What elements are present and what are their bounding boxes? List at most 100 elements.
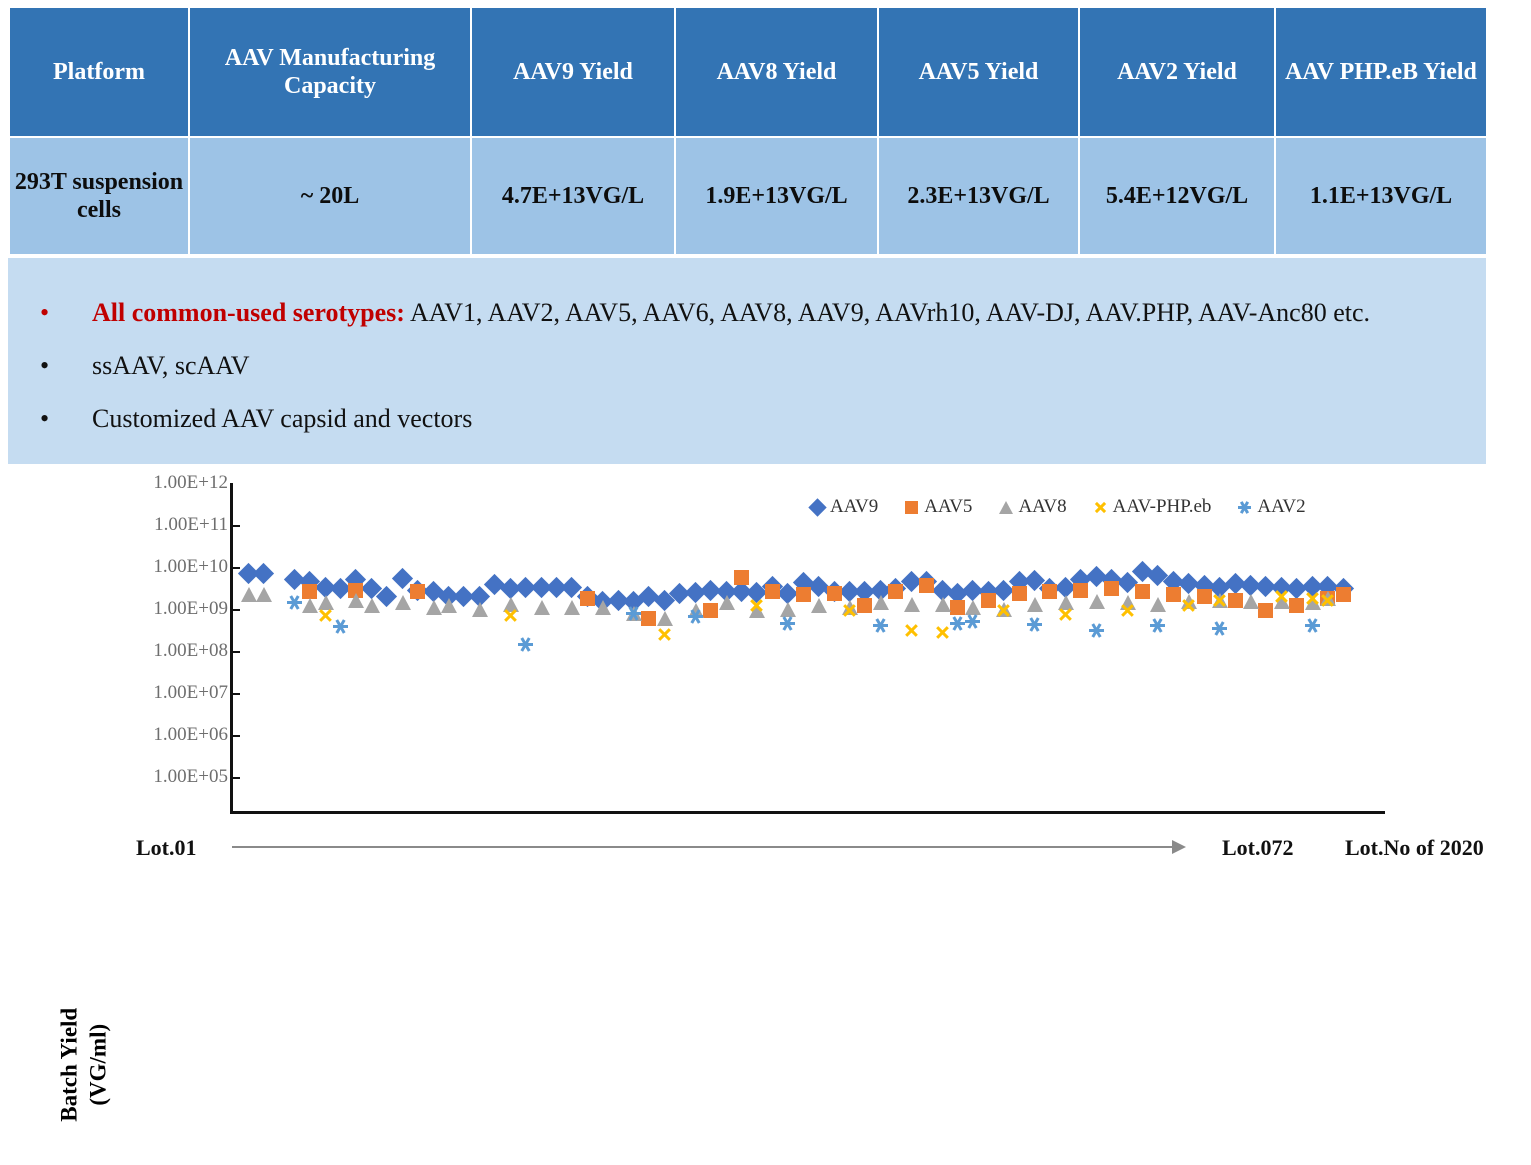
data-point-aav2 xyxy=(626,605,642,621)
data-point-aav8 xyxy=(240,587,257,603)
data-point-aav-php-eb xyxy=(318,608,333,623)
data-point-aav5 xyxy=(949,599,965,615)
x-axis-arrow-head-icon xyxy=(1172,840,1186,854)
data-point-aav2 xyxy=(286,595,302,611)
data-point-aav8 xyxy=(564,599,581,615)
cell-aav9-yield: 4.7E+13VG/L xyxy=(470,136,676,256)
data-point-aav5 xyxy=(1196,588,1212,604)
data-point-aav5 xyxy=(826,585,842,601)
bullet-rest-text: AAV1, AAV2, AAV5, AAV6, AAV8, AAV9, AAVr… xyxy=(404,298,1370,327)
data-point-aav8 xyxy=(656,610,673,626)
data-point-aav8 xyxy=(302,598,319,614)
data-point-aav8 xyxy=(903,596,920,612)
y-axis-tick-mark xyxy=(231,651,240,653)
data-point-aav5 xyxy=(1104,581,1120,597)
x-axis-arrow-line xyxy=(232,846,1177,848)
data-point-aav8 xyxy=(425,599,442,615)
bullet-marker-icon: • xyxy=(40,404,50,433)
y-axis-tick-label: 1.00E+10 xyxy=(153,556,228,577)
data-point-aav-php-eb xyxy=(996,603,1011,618)
data-point-aav2 xyxy=(1212,620,1228,636)
data-point-aav5 xyxy=(1227,592,1243,608)
data-point-aav5 xyxy=(579,590,595,606)
y-axis-tick-label: 1.00E+07 xyxy=(153,682,228,703)
y-axis-tick-label: 1.00E+05 xyxy=(153,766,228,787)
data-point-aav8 xyxy=(394,595,411,611)
feature-bullet-panel: • All common-used serotypes: AAV1, AAV2,… xyxy=(8,258,1486,464)
data-point-aav-php-eb xyxy=(1320,593,1335,608)
data-point-aav-php-eb xyxy=(657,627,672,642)
cell-aav8-yield: 1.9E+13VG/L xyxy=(674,136,879,256)
data-point-aav5 xyxy=(1258,603,1274,619)
column-header-aav5-yield: AAV5 Yield xyxy=(877,6,1080,138)
data-point-aav8 xyxy=(1027,596,1044,612)
chart-plot-area xyxy=(230,483,1385,811)
column-header-aav-phpeb-yield: AAV PHP.eB Yield xyxy=(1274,6,1488,138)
x-axis-footer: Lot.01 Lot.072 Lot.No of 2020 xyxy=(0,821,1531,876)
data-point-aav2 xyxy=(333,619,349,634)
y-axis-title: Batch Yield (VG/ml) xyxy=(55,965,113,1165)
data-point-aav5 xyxy=(980,592,996,608)
y-axis-tick-mark xyxy=(231,777,240,779)
data-point-aav-php-eb xyxy=(1181,598,1196,613)
data-point-aav5 xyxy=(1165,587,1181,603)
list-item: • Customized AAV capsid and vectors xyxy=(26,404,1486,434)
list-item: • All common-used serotypes: AAV1, AAV2,… xyxy=(26,298,1486,328)
cell-aav-phpeb-yield: 1.1E+13VG/L xyxy=(1274,136,1488,256)
data-point-aav2 xyxy=(780,616,796,631)
column-header-aav2-yield: AAV2 Yield xyxy=(1078,6,1276,138)
y-axis-tick-label: 1.00E+08 xyxy=(153,640,228,661)
data-point-aav8 xyxy=(595,599,612,615)
data-point-aav-php-eb xyxy=(1120,603,1135,618)
data-point-aav2 xyxy=(1150,618,1166,633)
data-point-aav9 xyxy=(252,562,275,585)
data-point-aav5 xyxy=(734,570,750,586)
data-point-aav5 xyxy=(1335,587,1351,603)
data-point-aav2 xyxy=(965,614,981,629)
y-axis-tick-mark xyxy=(231,735,240,737)
x-axis-end-label: Lot.072 xyxy=(1222,835,1294,860)
data-point-aav8 xyxy=(718,595,735,611)
data-point-aav-php-eb xyxy=(842,603,857,618)
y-axis-tick-mark xyxy=(231,609,240,611)
data-point-aav5 xyxy=(1135,584,1150,600)
aav-spec-table: Platform AAV Manufacturing Capacity AAV9… xyxy=(8,6,1488,256)
data-point-aav-php-eb xyxy=(503,608,518,623)
data-point-aav-php-eb xyxy=(935,625,950,640)
data-point-aav8 xyxy=(1088,594,1105,610)
data-point-aav8 xyxy=(1242,594,1259,610)
data-point-aav8 xyxy=(363,598,380,614)
data-point-aav5 xyxy=(857,598,873,614)
data-point-aav2 xyxy=(872,618,888,633)
data-point-aav5 xyxy=(703,603,719,619)
data-point-aav8 xyxy=(533,599,550,615)
table-header-row: Platform AAV Manufacturing Capacity AAV9… xyxy=(8,6,1488,138)
x-axis-start-label: Lot.01 xyxy=(136,835,197,860)
data-point-aav8 xyxy=(348,592,365,608)
data-point-aav8 xyxy=(811,598,828,614)
data-point-aav2 xyxy=(1027,617,1043,633)
data-point-aav2 xyxy=(1088,623,1104,639)
batch-yield-scatter-chart: Batch Yield (VG/ml) 1.00E+12 1.00E+11 1.00… xyxy=(0,466,1531,1122)
bullet-marker-icon: • xyxy=(40,298,50,327)
data-point-aav-php-eb xyxy=(904,623,919,638)
spec-table-container: Platform AAV Manufacturing Capacity AAV9… xyxy=(8,6,1488,256)
list-item: • ssAAV, scAAV xyxy=(26,351,1486,381)
y-axis-tick-mark xyxy=(231,567,240,569)
cell-aav2-yield: 5.4E+12VG/L xyxy=(1078,136,1276,256)
y-axis-tick-mark xyxy=(231,525,240,527)
data-point-aav5 xyxy=(795,587,811,603)
bullet-lead-text: All common-used serotypes: xyxy=(92,298,405,327)
bullet-text: All common-used serotypes: AAV1, AAV2, A… xyxy=(92,298,1370,328)
data-point-aav2 xyxy=(949,616,965,631)
data-point-aav5 xyxy=(410,584,426,600)
cell-capacity: ~ 20L xyxy=(188,136,472,256)
column-header-platform: Platform xyxy=(8,6,190,138)
data-point-aav-php-eb xyxy=(1212,593,1227,608)
y-axis-tick-label: 1.00E+12 xyxy=(153,472,228,493)
cell-platform: 293T suspension cells xyxy=(8,136,190,256)
bullet-marker-icon: • xyxy=(40,351,50,380)
data-point-aav-php-eb xyxy=(1274,589,1289,604)
x-axis-line xyxy=(230,811,1385,814)
bullet-text: Customized AAV capsid and vectors xyxy=(92,404,473,433)
